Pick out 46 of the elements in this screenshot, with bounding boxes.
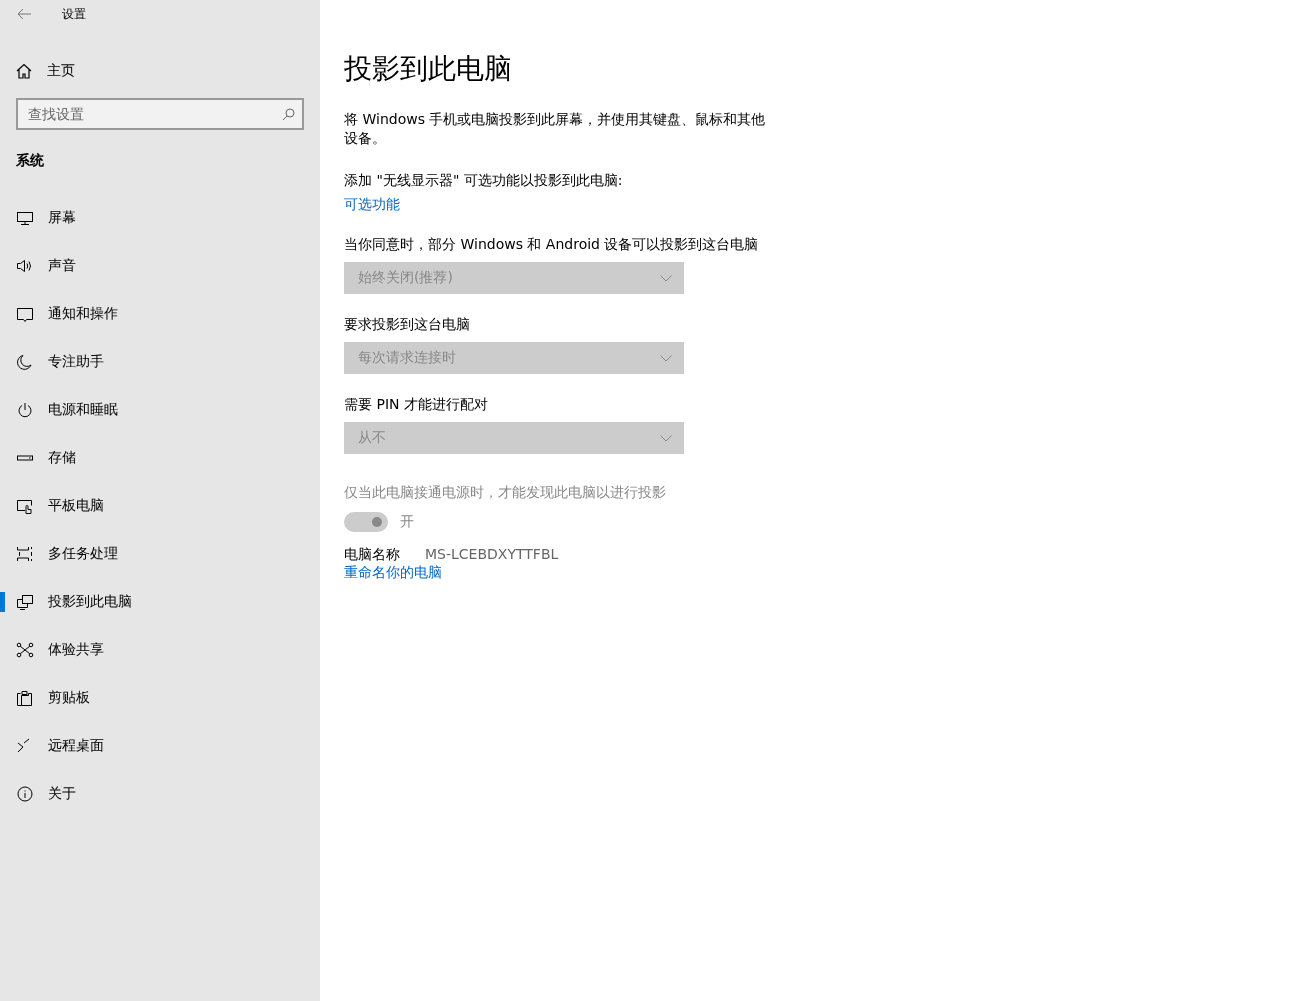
search-field[interactable]: 查找设置: [16, 98, 304, 130]
description-text: 将 Windows 手机或电脑投影到此屏幕，并使用其键盘、鼠标和其他设备。: [344, 110, 767, 148]
sidebar-item[interactable]: 剪贴板: [0, 674, 320, 722]
dropdown-label: 要求投影到这台电脑: [344, 316, 471, 334]
sidebar-item[interactable]: 投影到此电脑: [0, 578, 320, 626]
back-arrow-icon: [17, 8, 31, 20]
multitask-icon: [16, 546, 34, 562]
optional-features-link[interactable]: 可选功能: [344, 196, 400, 214]
sidebar-item[interactable]: 电源和睡眠: [0, 386, 320, 434]
pc-name-value: MS-LCEBDXYTTFBL: [425, 546, 559, 564]
sidebar-item[interactable]: 平板电脑: [0, 482, 320, 530]
share-icon: [16, 642, 34, 658]
home-link[interactable]: 主页: [0, 54, 91, 88]
sidebar-item[interactable]: 存储: [0, 434, 320, 482]
tablet-icon: [16, 498, 34, 514]
sidebar-item[interactable]: 体验共享: [0, 626, 320, 674]
toggle-state: 开: [400, 513, 414, 531]
window-title: 设置: [62, 5, 86, 23]
sound-icon: [16, 258, 34, 274]
chevron-icon: [660, 354, 672, 362]
project-icon: [16, 594, 34, 610]
rename-link[interactable]: 重命名你的电脑: [344, 564, 442, 582]
moon-icon: [16, 354, 34, 370]
dropdown-label: 需要 PIN 才能进行配对: [344, 396, 489, 414]
notify-icon: [16, 306, 34, 322]
sidebar-item[interactable]: 关于: [0, 770, 320, 818]
chevron-icon: [660, 434, 672, 442]
display-icon: [16, 210, 34, 226]
section-heading: 系统: [16, 152, 45, 170]
info-icon: [16, 786, 34, 802]
chevron-icon: [660, 274, 672, 282]
search-icon: [282, 108, 295, 121]
power-icon: [16, 402, 34, 418]
sidebar-item[interactable]: 声音: [0, 242, 320, 290]
home-icon: [16, 63, 32, 79]
sidebar-item[interactable]: 通知和操作: [0, 290, 320, 338]
feature-text: 添加 "无线显示器" 可选功能以投影到此电脑:: [344, 172, 624, 190]
pc-name-label: 电脑名称: [344, 546, 400, 564]
dropdown-label: 当你同意时，部分 Windows 和 Android 设备可以投影到这台电脑: [344, 236, 760, 254]
page-title: 投影到此电脑: [344, 51, 513, 87]
sidebar-item[interactable]: 屏幕: [0, 194, 320, 242]
sidebar-item[interactable]: 远程桌面: [0, 722, 320, 770]
sidebar-item[interactable]: 专注助手: [0, 338, 320, 386]
sidebar-item[interactable]: 多任务处理: [0, 530, 320, 578]
toggle-label: 仅当此电脑接通电源时，才能发现此电脑以进行投影: [344, 484, 667, 502]
clipboard-icon: [16, 690, 34, 706]
